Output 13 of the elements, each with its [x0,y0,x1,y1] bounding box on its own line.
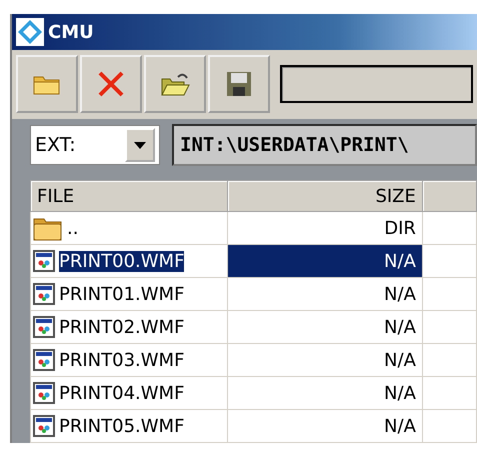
column-header[interactable]: SIZE [227,180,422,212]
file-name[interactable]: PRINT00.WMF [59,250,184,272]
file-size: N/A [227,410,422,442]
window-title: CMU [48,22,94,42]
extension-dropdown[interactable]: EXT: [30,125,160,165]
file-size: N/A [227,310,422,344]
file-size: N/A [227,376,422,410]
file-name[interactable]: .. [67,218,78,238]
file-size: N/A [227,244,422,278]
file-size: N/A [227,278,422,310]
column-header[interactable]: FILE [30,180,228,212]
path-field: INT:\USERDATA\PRINT\ [172,124,477,166]
file-size: N/A [227,344,422,376]
